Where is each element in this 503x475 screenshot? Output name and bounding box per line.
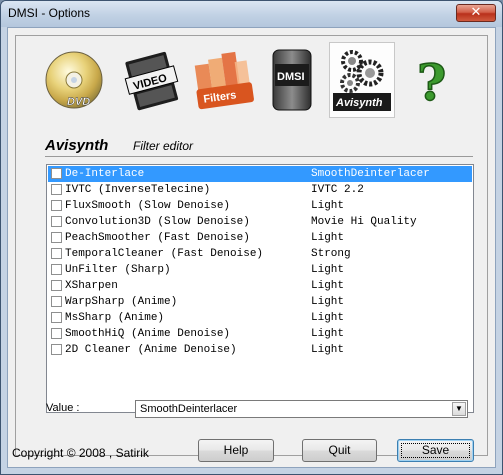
options-window: DMSI - Options ✕ DVD VIDEO Filters DMSI … [0,0,503,475]
filters-tab[interactable]: Filters [189,42,255,118]
filter-checkbox[interactable] [51,184,62,195]
list-item[interactable]: XSharpen Light [48,278,472,294]
list-item[interactable]: Convolution3D (Slow Denoise) Movie Hi Qu… [48,214,472,230]
value-dropdown-text: SmoothDeinterlacer [140,403,238,415]
filter-value: Light [311,232,345,244]
filter-checkbox[interactable] [51,264,62,275]
filter-name: WarpSharp (Anime) [65,296,178,308]
title-bar[interactable]: DMSI - Options ✕ [1,1,502,27]
focus-rectangle [401,443,470,458]
filter-checkbox[interactable] [51,216,62,227]
list-item[interactable]: WarpSharp (Anime) Light [48,294,472,310]
close-icon: ✕ [470,5,482,20]
filter-value: Light [311,312,345,324]
section-subtitle: Filter editor [133,139,194,153]
quit-button[interactable]: Quit [302,439,377,462]
list-item[interactable]: FluxSmooth (Slow Denoise) Light [48,198,472,214]
close-button[interactable]: ✕ [456,4,496,22]
filter-name: PeachSmoother (Fast Denoise) [65,232,250,244]
svg-text:DVD: DVD [67,96,90,108]
value-label: Value : [46,402,80,414]
list-item[interactable]: PeachSmoother (Fast Denoise) Light [48,230,472,246]
filter-list[interactable]: De-Interlace SmoothDeinterlacer IVTC (In… [46,164,474,413]
filter-name: De-Interlace [65,168,145,180]
window-title: DMSI - Options [8,6,91,20]
chevron-down-icon[interactable]: ▼ [452,402,466,416]
filter-checkbox[interactable] [51,232,62,243]
filter-checkbox[interactable] [51,328,62,339]
help-button[interactable]: Help [198,439,274,462]
list-item[interactable]: De-Interlace SmoothDeinterlacer [48,166,472,182]
options-panel: DVD VIDEO Filters DMSI Avisynth ? Avisyn… [15,35,488,456]
filter-name: IVTC (InverseTelecine) [65,184,211,196]
help-button-label: Help [223,443,249,457]
list-item[interactable]: MsSharp (Anime) Light [48,310,472,326]
filter-value: Strong [311,248,351,260]
filter-checkbox[interactable] [51,296,62,307]
filter-value: Light [311,264,345,276]
filter-value: Light [311,328,345,340]
filter-value: IVTC 2.2 [311,184,364,196]
filter-checkbox[interactable] [51,200,62,211]
avisynth-icon: Avisynth [333,50,391,111]
list-item[interactable]: IVTC (InverseTelecine) IVTC 2.2 [48,182,472,198]
list-item[interactable]: 2D Cleaner (Anime Denoise) Light [48,342,472,358]
filter-name: XSharpen [65,280,118,292]
svg-text:?: ? [417,53,446,112]
dmsi-tab[interactable]: DMSI [259,42,325,118]
dmsi-icon: DMSI [272,49,312,111]
filter-checkbox[interactable] [51,280,62,291]
list-item[interactable]: UnFilter (Sharp) Light [48,262,472,278]
filter-name: SmoothHiQ (Anime Denoise) [65,328,231,340]
section-divider [45,156,473,157]
filter-checkbox[interactable] [51,312,62,323]
video-tab[interactable]: VIDEO [119,42,185,118]
filter-name: UnFilter (Sharp) [65,264,171,276]
quit-button-label: Quit [328,443,351,457]
filters-icon: Filters [194,51,254,110]
avisynth-tab[interactable]: Avisynth [329,42,395,118]
filter-value: Light [311,296,345,308]
dvd-tab[interactable]: DVD [41,42,107,118]
list-item[interactable]: TemporalCleaner (Fast Denoise) Strong [48,246,472,262]
filter-checkbox[interactable] [51,168,62,179]
filter-name: MsSharp (Anime) [65,312,165,324]
question-mark-icon: ? [416,52,447,113]
dvd-icon: DVD [45,51,103,109]
help-tab[interactable]: ? [399,42,465,118]
filter-name: 2D Cleaner (Anime Denoise) [65,344,237,356]
film-reel-icon: VIDEO [124,51,179,111]
list-item[interactable]: SmoothHiQ (Anime Denoise) Light [48,326,472,342]
filter-checkbox[interactable] [51,344,62,355]
filter-value: Light [311,344,345,356]
save-button[interactable]: Save [397,439,474,462]
filter-name: Convolution3D (Slow Denoise) [65,216,250,228]
filter-checkbox[interactable] [51,248,62,259]
client-area: DVD VIDEO Filters DMSI Avisynth ? Avisyn… [7,27,496,468]
filter-value: Light [311,280,345,292]
filter-value: Movie Hi Quality [311,216,417,228]
copyright-text: Copyright © 2008 , Satirik [12,446,149,460]
filter-name: TemporalCleaner (Fast Denoise) [65,248,264,260]
svg-text:Avisynth: Avisynth [335,97,383,109]
svg-text:DMSI: DMSI [277,71,305,83]
section-title: Avisynth [45,137,109,154]
filter-value: Light [311,200,345,212]
filter-name: FluxSmooth (Slow Denoise) [65,200,231,212]
value-dropdown[interactable]: SmoothDeinterlacer ▼ [135,400,468,418]
filter-value: SmoothDeinterlacer [311,168,430,180]
